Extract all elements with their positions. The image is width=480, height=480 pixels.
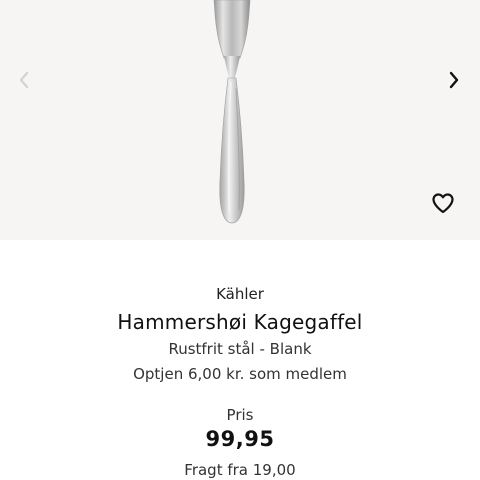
price-label: Pris <box>226 406 254 424</box>
product-price: 99,95 <box>205 427 275 451</box>
product-info: Kähler Hammershøi Kagegaffel Rustfrit st… <box>0 240 480 480</box>
next-image-button[interactable] <box>438 64 470 96</box>
shipping-info: Fragt fra 19,00 <box>184 461 296 479</box>
chevron-left-icon <box>19 71 29 89</box>
member-offer-text: Optjen 6,00 kr. som medlem <box>133 365 347 383</box>
product-gallery <box>0 0 480 240</box>
previous-image-button[interactable] <box>8 64 40 96</box>
add-to-favorites-button[interactable] <box>427 187 459 219</box>
product-image <box>213 0 251 224</box>
heart-outline-icon <box>432 193 454 214</box>
chevron-right-icon <box>449 71 459 89</box>
product-variant: Rustfrit stål - Blank <box>168 340 312 358</box>
product-title: Hammershøi Kagegaffel <box>117 310 363 334</box>
product-brand[interactable]: Kähler <box>0 285 480 303</box>
